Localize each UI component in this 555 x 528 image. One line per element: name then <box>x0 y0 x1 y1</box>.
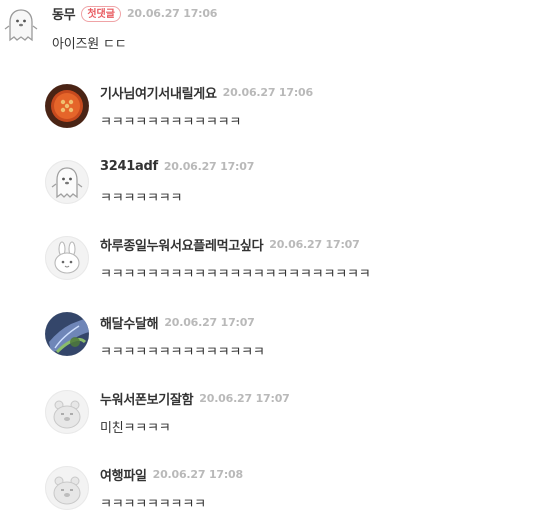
reply-nickname[interactable]: 하루종일누워서요플레먹고싶다 <box>100 235 264 254</box>
comment-thread: 동무 첫댓글 20.06.27 17:06 아이즈원 ㄷㄷ 기사님여기서내릴게요… <box>0 0 555 528</box>
reply-text: ㅋㅋㅋㅋㅋㅋㅋㅋㅋㅋㅋㅋㅋㅋㅋㅋㅋㅋㅋㅋㅋㅋㅋ <box>100 267 371 282</box>
comment-text: 아이즈원 ㄷㄷ <box>52 37 127 52</box>
reply-nickname[interactable]: 3241adf <box>100 159 158 174</box>
comment-nickname[interactable]: 동무 <box>52 4 76 23</box>
reply-item: 기사님여기서내릴게요 20.06.27 17:06 ㅋㅋㅋㅋㅋㅋㅋㅋㅋㅋㅋㅋ <box>0 80 555 136</box>
reply-text: ㅋㅋㅋㅋㅋㅋㅋㅋㅋ <box>100 497 206 512</box>
reply-timestamp: 20.06.27 17:07 <box>164 316 255 329</box>
reply-item: 여행파일 20.06.27 17:08 ㅋㅋㅋㅋㅋㅋㅋㅋㅋ <box>0 462 555 522</box>
reply-text: ㅋㅋㅋㅋㅋㅋㅋ <box>100 191 183 206</box>
reply-timestamp: 20.06.27 17:07 <box>199 392 290 405</box>
reply-nickname[interactable]: 기사님여기서내릴게요 <box>100 83 217 102</box>
reply-timestamp: 20.06.27 17:06 <box>222 86 314 99</box>
reply-nickname[interactable]: 여행파일 <box>100 465 147 484</box>
ghost-default-icon[interactable] <box>45 160 89 204</box>
reply-timestamp: 20.06.27 17:07 <box>269 238 360 251</box>
reply-item: 해달수달해 20.06.27 17:07 ㅋㅋㅋㅋㅋㅋㅋㅋㅋㅋㅋㅋㅋㅋ <box>0 310 555 366</box>
bear-default-icon[interactable] <box>45 466 89 510</box>
reply-item: 3241adf 20.06.27 17:07 ㅋㅋㅋㅋㅋㅋㅋ <box>0 156 555 212</box>
reply-text: ㅋㅋㅋㅋㅋㅋㅋㅋㅋㅋㅋㅋㅋㅋ <box>100 345 265 360</box>
reply-timestamp: 20.06.27 17:08 <box>152 468 244 481</box>
reply-text: 미친ㅋㅋㅋㅋ <box>100 421 171 436</box>
comment-item: 동무 첫댓글 20.06.27 17:06 아이즈원 ㄷㄷ <box>0 0 555 60</box>
blue-leaf-photo[interactable] <box>45 312 89 356</box>
reply-item: 누워서폰보기잘함 20.06.27 17:07 미친ㅋㅋㅋㅋ <box>0 386 555 442</box>
ghost-default-icon[interactable] <box>0 4 42 46</box>
reply-text: ㅋㅋㅋㅋㅋㅋㅋㅋㅋㅋㅋㅋ <box>100 115 242 130</box>
reply-nickname[interactable]: 누워서폰보기잘함 <box>100 389 194 408</box>
bunny-default-icon[interactable] <box>45 236 89 280</box>
comment-timestamp: 20.06.27 17:06 <box>126 7 218 20</box>
orange-button-photo[interactable] <box>45 84 89 128</box>
first-comment-badge: 첫댓글 <box>81 5 121 22</box>
reply-nickname[interactable]: 해달수달해 <box>100 313 159 332</box>
reply-timestamp: 20.06.27 17:07 <box>163 160 255 173</box>
bear-default-icon[interactable] <box>45 390 89 434</box>
reply-item: 하루종일누워서요플레먹고싶다 20.06.27 17:07 ㅋㅋㅋㅋㅋㅋㅋㅋㅋㅋ… <box>0 232 555 288</box>
